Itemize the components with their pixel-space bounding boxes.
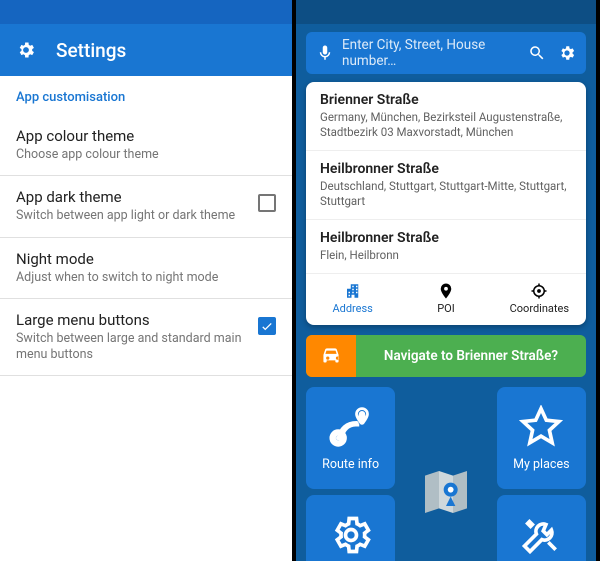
result-sub: Deutschland, Stuttgart, Stuttgart-Mitte,… [320, 179, 572, 209]
setting-title: Large menu buttons [16, 311, 248, 329]
mic-icon[interactable] [316, 44, 334, 62]
map-icon [418, 464, 474, 520]
setting-large-buttons[interactable]: Large menu buttons Switch between large … [0, 299, 292, 377]
result-tabs: Address POI Coordinates [306, 274, 586, 325]
target-icon [530, 282, 548, 300]
result-sub: Germany, München, Bezirksteil Augustenst… [320, 110, 572, 140]
search-placeholder: Enter City, Street, House number… [342, 37, 520, 69]
checkbox-checked[interactable] [258, 317, 276, 335]
search-results: Brienner Straße Germany, München, Bezirk… [306, 82, 586, 325]
search-result[interactable]: Heilbronner Straße Flein, Heilbronn [306, 220, 586, 274]
star-icon [519, 405, 563, 449]
menu-tiles: Route info My places Settings Tools [296, 387, 596, 561]
setting-sub: Switch between app light or dark theme [16, 208, 248, 224]
setting-sub: Switch between large and standard main m… [16, 331, 248, 364]
result-title: Heilbronner Straße [320, 230, 572, 246]
route-icon [329, 405, 373, 449]
tab-coordinates[interactable]: Coordinates [493, 282, 586, 315]
tab-label: POI [437, 302, 455, 315]
status-bar [0, 0, 292, 24]
search-bar[interactable]: Enter City, Street, House number… [306, 32, 586, 74]
tile-map[interactable] [401, 464, 490, 520]
app-bar: Settings [0, 24, 292, 76]
tab-label: Coordinates [510, 302, 569, 315]
setting-night-mode[interactable]: Night mode Adjust when to switch to nigh… [0, 238, 292, 299]
tile-label: Route info [322, 457, 379, 472]
setting-title: Night mode [16, 250, 276, 268]
gear-icon [329, 513, 373, 557]
tab-address[interactable]: Address [306, 282, 399, 315]
tile-my-places[interactable]: My places [497, 387, 586, 489]
tile-label: My places [513, 457, 569, 472]
result-title: Brienner Straße [320, 92, 572, 108]
navigate-button[interactable]: Navigate to Brienner Straße? [306, 335, 586, 377]
navigation-screen: Enter City, Street, House number… Brienn… [296, 0, 596, 561]
gear-icon[interactable] [558, 44, 576, 62]
gear-icon [16, 40, 36, 60]
building-icon [344, 282, 362, 300]
setting-sub: Adjust when to switch to night mode [16, 270, 276, 286]
tools-icon [519, 513, 563, 557]
tile-settings[interactable]: Settings [306, 495, 395, 561]
setting-sub: Choose app colour theme [16, 147, 276, 163]
pin-icon [437, 282, 455, 300]
search-icon[interactable] [528, 44, 546, 62]
tab-label: Address [332, 302, 372, 315]
search-result[interactable]: Heilbronner Straße Deutschland, Stuttgar… [306, 151, 586, 220]
page-title: Settings [56, 39, 126, 62]
tile-tools[interactable]: Tools [497, 495, 586, 561]
setting-title: App colour theme [16, 127, 276, 145]
status-bar [296, 0, 596, 24]
tile-route-info[interactable]: Route info [306, 387, 395, 489]
settings-screen: Settings App customisation App colour th… [0, 0, 296, 561]
tab-poi[interactable]: POI [399, 282, 492, 315]
setting-dark-theme[interactable]: App dark theme Switch between app light … [0, 176, 292, 237]
section-header: App customisation [0, 76, 292, 115]
result-title: Heilbronner Straße [320, 161, 572, 177]
car-icon [306, 335, 356, 377]
result-sub: Flein, Heilbronn [320, 248, 572, 263]
setting-title: App dark theme [16, 188, 248, 206]
checkbox-unchecked[interactable] [258, 194, 276, 212]
setting-colour-theme[interactable]: App colour theme Choose app colour theme [0, 115, 292, 176]
navigate-label: Navigate to Brienner Straße? [356, 348, 586, 364]
search-result[interactable]: Brienner Straße Germany, München, Bezirk… [306, 82, 586, 151]
